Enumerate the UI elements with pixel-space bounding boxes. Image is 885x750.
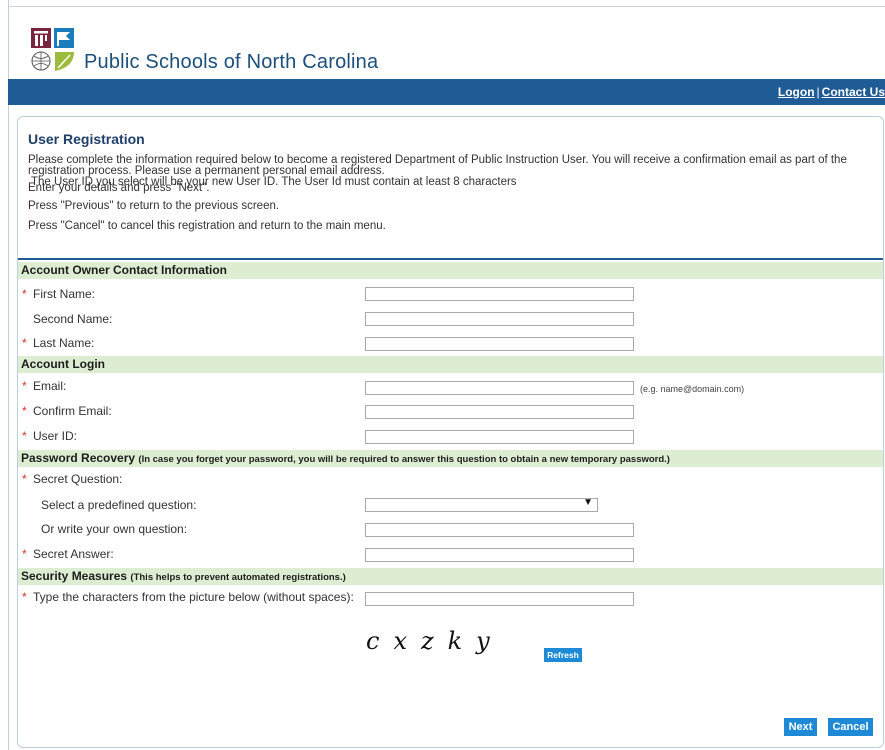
confirm-email-field[interactable]	[365, 405, 634, 419]
required-mark: *	[22, 404, 27, 418]
required-mark: *	[22, 336, 27, 350]
page-top-border	[8, 6, 885, 7]
section-contact-header: Account Owner Contact Information	[18, 262, 883, 279]
section-divider	[18, 258, 883, 260]
refresh-button[interactable]: Refresh	[544, 648, 582, 662]
section-login-title: Account Login	[21, 357, 105, 371]
last-name-label-text: Last Name:	[33, 336, 95, 350]
section-recovery-header: Password Recovery (In case you forget yo…	[18, 450, 883, 467]
required-mark: *	[22, 379, 27, 393]
next-button[interactable]: Next	[784, 718, 817, 736]
secret-question-label-text: Secret Question:	[33, 472, 123, 486]
second-name-field[interactable]	[365, 312, 634, 326]
logon-link[interactable]: Logon	[778, 85, 815, 99]
captcha-field[interactable]	[365, 592, 634, 606]
own-question-label: Or write your own question:	[41, 522, 188, 536]
secret-answer-field[interactable]	[365, 548, 634, 562]
required-mark: *	[22, 472, 27, 486]
confirm-email-label-text: Confirm Email:	[33, 404, 112, 418]
next-instruction: Enter your details and press "Next".	[28, 182, 210, 194]
second-name-label: Second Name:	[33, 312, 113, 326]
first-name-field[interactable]	[365, 287, 634, 301]
contact-us-link[interactable]: Contact Us	[822, 85, 885, 99]
nav-separator: |	[816, 85, 820, 99]
predefined-question-select[interactable]: ▼	[365, 497, 598, 512]
secret-answer-label: * Secret Answer:	[22, 547, 114, 561]
section-security-header: Security Measures (This helps to prevent…	[18, 568, 883, 585]
captcha-image: cxzky	[366, 627, 504, 655]
email-field[interactable]	[365, 381, 634, 395]
last-name-label: * Last Name:	[22, 336, 94, 350]
section-recovery-note: (In case you forget your password, you w…	[138, 454, 670, 465]
section-security-title: Security Measures	[21, 569, 128, 583]
predefined-question-label: Select a predefined question:	[41, 498, 197, 512]
nav-links: Logon | Contact Us	[778, 85, 885, 99]
user-id-field[interactable]	[365, 430, 634, 444]
top-navbar: Logon | Contact Us	[8, 79, 885, 105]
email-hint: (e.g. name@domain.com)	[640, 384, 745, 394]
required-mark: *	[22, 590, 27, 604]
secret-answer-label-text: Secret Answer:	[33, 547, 114, 561]
logo-icon	[30, 27, 76, 73]
email-label-text: Email:	[33, 379, 67, 393]
last-name-field[interactable]	[365, 337, 634, 351]
previous-instruction: Press "Previous" to return to the previo…	[28, 200, 280, 212]
cancel-button[interactable]: Cancel	[828, 718, 873, 736]
instructions-text: Please complete the information required…	[28, 154, 847, 177]
user-id-label: * User ID:	[22, 429, 77, 443]
dropdown-arrow-icon: ▼	[583, 497, 593, 508]
secret-question-label: * Secret Question:	[22, 472, 122, 486]
required-mark: *	[22, 287, 27, 301]
page-left-border	[8, 0, 9, 750]
page-title: User Registration	[28, 131, 145, 147]
captcha-label-text: Type the characters from the picture bel…	[33, 590, 354, 604]
user-id-label-text: User ID:	[33, 429, 78, 443]
own-question-field[interactable]	[365, 523, 634, 537]
required-mark: *	[22, 429, 27, 443]
registration-panel: User Registration Please complete the in…	[17, 116, 884, 748]
section-login-header: Account Login	[18, 356, 883, 373]
section-contact-title: Account Owner Contact Information	[21, 263, 228, 277]
confirm-email-label: * Confirm Email:	[22, 404, 112, 418]
cancel-instruction: Press "Cancel" to cancel this registrati…	[28, 220, 386, 232]
section-recovery-title: Password Recovery	[21, 451, 136, 465]
site-title: Public Schools of North Carolina	[84, 51, 379, 73]
section-security-note: (This helps to prevent automated registr…	[130, 572, 346, 583]
email-label: * Email:	[22, 379, 66, 393]
first-name-label: * First Name:	[22, 287, 95, 301]
captcha-label: * Type the characters from the picture be…	[22, 590, 354, 604]
first-name-label-text: First Name:	[33, 287, 96, 301]
required-mark: *	[22, 547, 27, 561]
